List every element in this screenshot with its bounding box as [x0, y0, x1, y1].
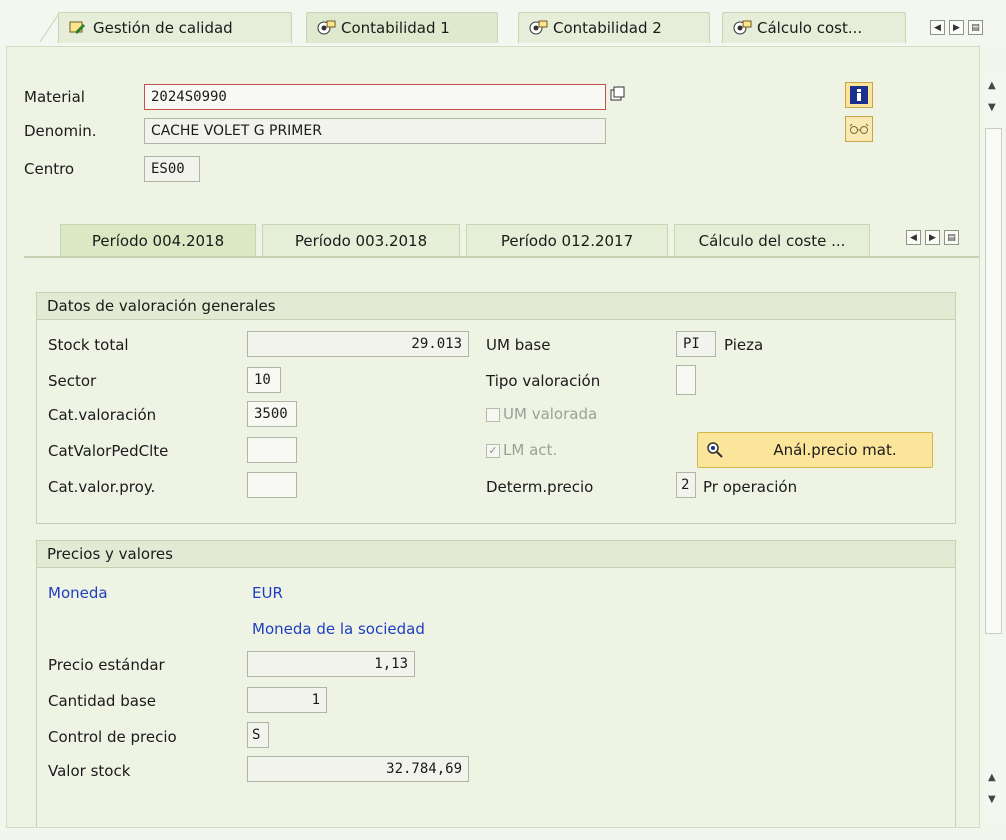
scroll-down-icon[interactable]: ▼ — [988, 102, 996, 113]
catvalorpedclte-field[interactable] — [247, 437, 297, 463]
precio-estandar-field: 1,13 — [247, 651, 415, 677]
tab-label: Período 003.2018 — [294, 232, 428, 250]
control-precio-field: S — [247, 722, 269, 748]
tab-status-icon — [527, 19, 549, 37]
determ-precio-label: Determ.precio — [486, 478, 594, 496]
control-precio-label: Control de precio — [48, 728, 177, 746]
um-valorada-checkbox — [486, 408, 500, 422]
tab-slant-decor — [40, 12, 60, 42]
tab-label: Período 004.2018 — [91, 232, 225, 250]
tab-label: Gestión de calidad — [93, 19, 233, 37]
tab-label: Contabilidad 1 — [341, 19, 450, 37]
group-title: Datos de valoración generales — [37, 293, 955, 320]
centro-field: ES00 — [144, 156, 200, 182]
valor-stock-field: 32.784,69 — [247, 756, 469, 782]
denom-label: Denomin. — [24, 122, 97, 140]
tab-status-icon — [315, 19, 337, 37]
catvalorpedclte-label: CatValorPedClte — [48, 442, 169, 460]
determ-precio-text: Pr operación — [703, 478, 798, 496]
material-label: Material — [24, 88, 85, 106]
tab-periodo-004-2018[interactable]: Período 004.2018 — [60, 224, 256, 257]
tab-periodo-012-2017[interactable]: Período 012.2017 — [466, 224, 668, 257]
catvalorproy-label: Cat.valor.proy. — [48, 478, 156, 496]
period-scroll-left-button[interactable]: ◀ — [906, 230, 921, 245]
determ-precio-field: 2 — [676, 472, 696, 498]
material-field[interactable]: 2024S0990 — [144, 84, 606, 110]
anal-precio-label: Anál.precio mat. — [773, 441, 897, 459]
cantidad-base-field: 1 — [247, 687, 327, 713]
sector-field[interactable]: 10 — [247, 367, 281, 393]
tab-label: Cálculo cost... — [757, 19, 863, 37]
stock-total-label: Stock total — [48, 336, 129, 354]
centro-label: Centro — [24, 160, 75, 178]
info-button[interactable] — [845, 82, 873, 108]
info-icon — [850, 86, 868, 104]
scroll-thumb[interactable] — [985, 128, 1002, 634]
prices-values-group: Precios y valores — [36, 540, 956, 827]
tab-scroll-right-button[interactable]: ▶ — [949, 20, 964, 35]
moneda-label: Moneda — [48, 584, 108, 602]
group-title: Precios y valores — [37, 541, 955, 568]
denom-field: CACHE VOLET G PRIMER — [144, 118, 606, 144]
um-valorada-label: UM valorada — [503, 405, 598, 423]
top-tab-strip: Gestión de calidad Contabilidad 1 Contab… — [0, 0, 1006, 46]
catvalorproy-field[interactable] — [247, 472, 297, 498]
scroll-up-icon[interactable]: ▲ — [988, 80, 996, 91]
tab-periodo-003-2018[interactable]: Período 003.2018 — [262, 224, 460, 257]
vertical-scrollbar[interactable]: ▲ ▼ ▲ ▼ — [984, 72, 1004, 822]
period-list-button[interactable]: ▤ — [944, 230, 959, 245]
lm-act-checkbox: ✓ — [486, 444, 500, 458]
um-base-label: UM base — [486, 336, 551, 354]
tab-divider — [24, 256, 979, 258]
tab-calculo-coste[interactable]: Cálculo cost... — [722, 12, 906, 43]
tab-label: Cálculo del coste ... — [698, 232, 846, 250]
anal-precio-button[interactable]: Anál.precio mat. — [697, 432, 933, 468]
magnifier-icon — [706, 441, 724, 459]
period-scroll-right-button[interactable]: ▶ — [925, 230, 940, 245]
tab-label: Contabilidad 2 — [553, 19, 662, 37]
cat-valoracion-label: Cat.valoración — [48, 406, 157, 424]
cat-valoracion-field[interactable]: 3500 — [247, 401, 297, 427]
lm-act-label: LM act. — [503, 441, 558, 459]
moneda-value: EUR — [252, 584, 283, 602]
tab-status-icon — [731, 19, 753, 37]
sector-label: Sector — [48, 372, 97, 390]
tipo-valoracion-field[interactable] — [676, 365, 696, 395]
copy-icon[interactable] — [610, 86, 626, 102]
tab-contabilidad-1[interactable]: Contabilidad 1 — [306, 12, 498, 43]
tab-calculo-del-coste[interactable]: Cálculo del coste ... — [674, 224, 870, 257]
moneda-sociedad-text: Moneda de la sociedad — [252, 620, 425, 638]
tab-gestion-calidad[interactable]: Gestión de calidad — [58, 12, 292, 43]
scroll-down-bottom-icon[interactable]: ▼ — [988, 794, 996, 805]
um-base-field: PI — [676, 331, 716, 357]
valor-stock-label: Valor stock — [48, 762, 131, 780]
tab-label: Período 012.2017 — [500, 232, 634, 250]
glasses-icon — [849, 123, 869, 134]
tab-process-icon — [67, 19, 89, 37]
scroll-up-bottom-icon[interactable]: ▲ — [988, 772, 996, 783]
tipo-valoracion-label: Tipo valoración — [486, 372, 601, 390]
tab-scroll-left-button[interactable]: ◀ — [930, 20, 945, 35]
glasses-button[interactable] — [845, 116, 873, 142]
precio-estandar-label: Precio estándar — [48, 656, 165, 674]
tab-contabilidad-2[interactable]: Contabilidad 2 — [518, 12, 710, 43]
tab-list-button[interactable]: ▤ — [968, 20, 983, 35]
cantidad-base-label: Cantidad base — [48, 692, 156, 710]
stock-total-field: 29.013 — [247, 331, 469, 357]
um-base-text: Pieza — [724, 336, 764, 354]
